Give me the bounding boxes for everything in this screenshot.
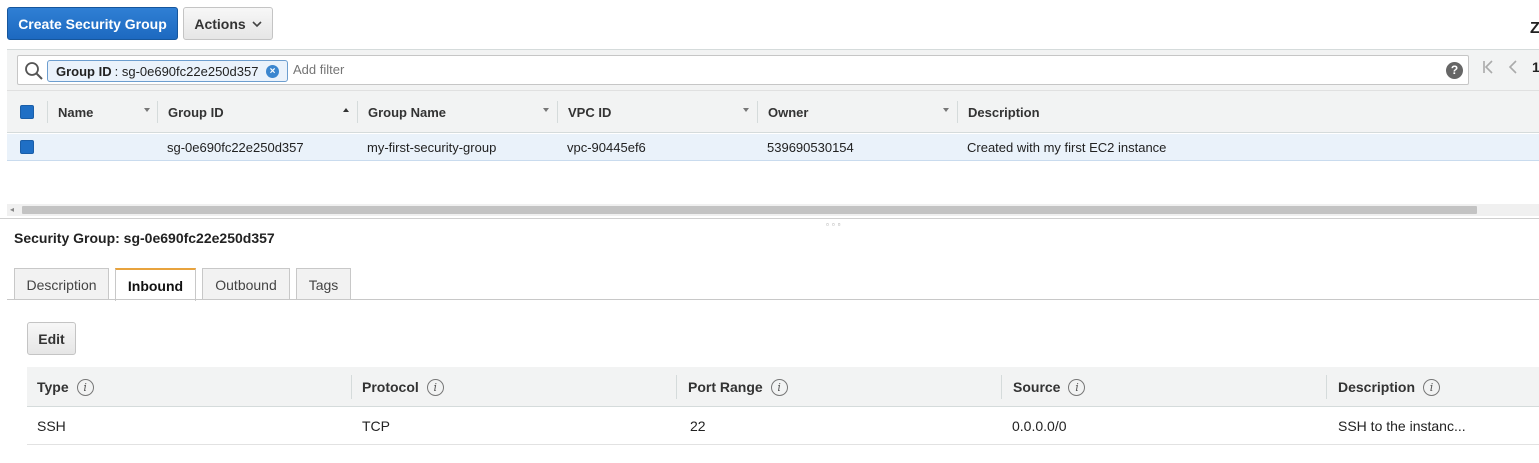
rules-header-description-label: Description xyxy=(1338,379,1416,395)
sort-caret-icon[interactable] xyxy=(542,106,550,114)
column-divider xyxy=(47,101,48,123)
tab-description[interactable]: Description xyxy=(14,268,109,300)
column-header-description[interactable]: Description xyxy=(968,91,1040,133)
pane-splitter[interactable] xyxy=(0,218,1539,219)
edit-rules-button[interactable]: Edit xyxy=(27,322,76,355)
info-icon[interactable]: i xyxy=(76,378,94,396)
cell-owner: 539690530154 xyxy=(767,140,854,155)
cell-description: Created with my first EC2 instance xyxy=(967,140,1167,155)
corner-glyph: Z xyxy=(1530,20,1539,37)
detail-pane-title: Security Group: sg-0e690fc22e250d357 xyxy=(14,230,275,246)
create-security-group-button[interactable]: Create Security Group xyxy=(7,7,178,40)
column-header-group-id[interactable]: Group ID xyxy=(168,91,224,133)
filter-token-value: : sg-0e690fc22e250d357 xyxy=(114,63,259,79)
column-divider xyxy=(557,101,558,123)
tabs-underline xyxy=(7,299,1539,300)
add-filter-input[interactable] xyxy=(293,56,1393,84)
column-divider xyxy=(676,375,677,399)
rule-protocol: TCP xyxy=(362,418,390,434)
sort-caret-icon[interactable] xyxy=(143,106,151,114)
rules-header-protocol: Protocol i xyxy=(362,367,444,407)
rules-header-port-range-label: Port Range xyxy=(688,379,763,395)
security-groups-table-header: Name Group ID Group Name VPC ID Owner De… xyxy=(7,90,1539,133)
filter-bar: Group ID : sg-0e690fc22e250d357 × ? 1 xyxy=(7,49,1539,90)
horizontal-scrollbar[interactable]: ◂ xyxy=(7,204,1539,216)
rules-header-protocol-label: Protocol xyxy=(362,379,419,395)
rule-description: SSH to the instanc... xyxy=(1338,418,1466,434)
cell-vpc-id[interactable]: vpc-90445ef6 xyxy=(567,134,646,161)
rules-header-type-label: Type xyxy=(37,379,69,395)
search-icon xyxy=(25,62,43,80)
rules-header-description: Description i xyxy=(1338,367,1441,407)
rules-header-source: Source i xyxy=(1013,367,1086,407)
table-row[interactable]: sg-0e690fc22e250d357 my-first-security-g… xyxy=(7,134,1539,161)
rules-header-source-label: Source xyxy=(1013,379,1061,395)
select-all-checkbox[interactable] xyxy=(20,105,34,119)
cell-group-name: my-first-security-group xyxy=(367,140,497,155)
sort-caret-icon[interactable] xyxy=(742,106,750,114)
filter-token-key: Group ID xyxy=(56,63,112,79)
remove-filter-icon[interactable]: × xyxy=(266,65,279,78)
column-header-name[interactable]: Name xyxy=(58,91,93,133)
rules-header-port-range: Port Range i xyxy=(688,367,788,407)
rules-header-type: Type i xyxy=(37,367,94,407)
row-checkbox[interactable] xyxy=(20,140,34,154)
actions-label: Actions xyxy=(194,15,246,32)
info-icon[interactable]: i xyxy=(1423,378,1441,396)
scroll-left-icon[interactable]: ◂ xyxy=(10,204,14,216)
column-divider xyxy=(157,101,158,123)
search-box[interactable]: Group ID : sg-0e690fc22e250d357 × xyxy=(17,55,1469,85)
previous-page-icon[interactable] xyxy=(1508,60,1518,74)
column-divider xyxy=(1001,375,1002,399)
resize-grip-icon[interactable]: ▫▫▫ xyxy=(826,220,844,229)
tab-inbound[interactable]: Inbound xyxy=(115,268,196,301)
column-divider xyxy=(351,375,352,399)
column-header-vpc-id[interactable]: VPC ID xyxy=(568,91,611,133)
inbound-rules-header: Type i Protocol i Port Range i Source i … xyxy=(27,367,1539,407)
column-divider xyxy=(757,101,758,123)
tab-tags[interactable]: Tags xyxy=(296,268,351,300)
column-divider xyxy=(957,101,958,123)
column-divider xyxy=(1326,375,1327,399)
chevron-down-icon xyxy=(252,20,262,27)
cell-group-id: sg-0e690fc22e250d357 xyxy=(167,140,304,155)
info-icon[interactable]: i xyxy=(770,378,788,396)
inbound-rule-row: SSH TCP 22 0.0.0.0/0 SSH to the instanc.… xyxy=(27,408,1539,445)
column-header-owner[interactable]: Owner xyxy=(768,91,808,133)
sort-ascending-icon[interactable] xyxy=(342,106,350,114)
column-header-group-name[interactable]: Group Name xyxy=(368,91,446,133)
actions-dropdown-button[interactable]: Actions xyxy=(183,7,273,40)
rule-type: SSH xyxy=(37,418,66,434)
scrollbar-thumb[interactable] xyxy=(22,206,1477,214)
column-divider xyxy=(357,101,358,123)
filter-token-group-id[interactable]: Group ID : sg-0e690fc22e250d357 × xyxy=(47,60,288,82)
help-icon[interactable]: ? xyxy=(1446,62,1463,79)
rule-port-range: 22 xyxy=(690,418,706,434)
rule-source: 0.0.0.0/0 xyxy=(1012,418,1067,434)
sort-caret-icon[interactable] xyxy=(942,106,950,114)
info-icon[interactable]: i xyxy=(1068,378,1086,396)
info-icon[interactable]: i xyxy=(426,378,444,396)
pagination: 1 xyxy=(1482,59,1539,75)
page-number: 1 xyxy=(1532,59,1539,75)
tab-outbound[interactable]: Outbound xyxy=(202,268,290,300)
first-page-icon[interactable] xyxy=(1482,60,1494,74)
